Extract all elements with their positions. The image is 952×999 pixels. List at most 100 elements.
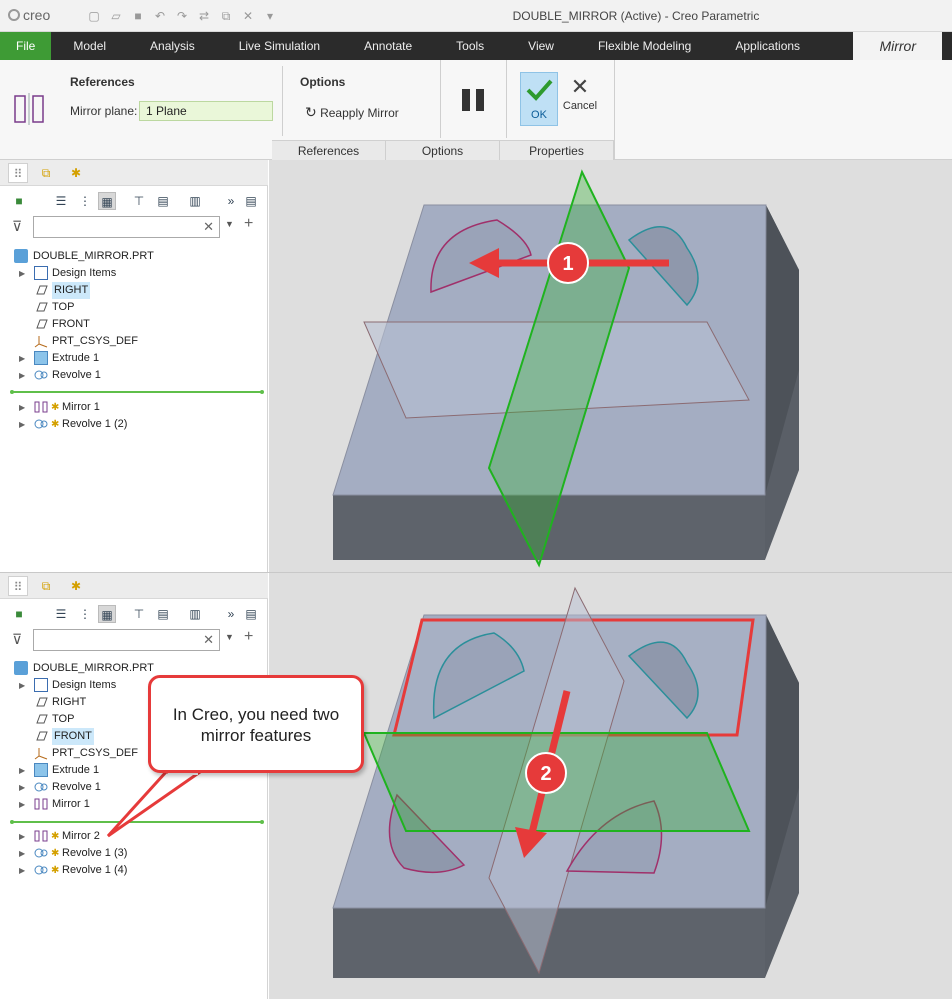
tree-item[interactable]: ▶ Revolve 1 <box>0 367 265 384</box>
columns-icon[interactable]: ▦ <box>98 192 116 210</box>
tree-item[interactable]: ▶ Extrude 1 <box>0 350 265 367</box>
expand-icon[interactable]: ▶ <box>19 399 25 416</box>
layer-icon[interactable]: ■ <box>10 192 28 210</box>
tree-filter-icon[interactable]: ⊤ <box>130 605 148 623</box>
tree-item[interactable]: ▶ ✱ Mirror 1 <box>0 399 265 416</box>
mirror-icon <box>34 797 48 811</box>
tab-file[interactable]: File <box>0 32 52 60</box>
columns-icon[interactable]: ▦ <box>98 605 116 623</box>
datum-plane-icon <box>34 729 48 743</box>
tree-settings-icon[interactable]: ▤ <box>242 605 260 623</box>
insert-here-line[interactable] <box>10 390 264 394</box>
expand-icon[interactable]: ▶ <box>19 845 25 862</box>
pause-icon <box>462 89 470 111</box>
search-dropdown-icon[interactable]: ▼ <box>225 219 234 229</box>
csys-icon <box>34 334 48 348</box>
details-icon[interactable]: ▥ <box>186 605 204 623</box>
tree-item[interactable]: TOP <box>0 299 265 316</box>
expand-icon[interactable]: ▶ <box>19 796 25 813</box>
filter-icon[interactable]: ⊽ <box>12 218 22 235</box>
tree-columns-icon[interactable]: ▤ <box>154 605 172 623</box>
reapply-mirror-button[interactable]: ↻ Reapply Mirror <box>305 104 399 121</box>
more-icon[interactable]: » <box>222 605 240 623</box>
show-list-icon[interactable]: ☰ <box>52 192 70 210</box>
layer-icon[interactable]: ■ <box>10 605 28 623</box>
graphics-window-bottom[interactable]: 2 <box>269 573 952 999</box>
favorites-tab-icon[interactable]: ✱ <box>66 576 86 596</box>
tree-search-input[interactable]: ✕ <box>33 629 220 651</box>
tab-options[interactable]: Options <box>386 141 500 160</box>
expand-icon[interactable]: ▶ <box>19 762 25 779</box>
tree-item-label: Design Items <box>52 679 117 691</box>
tab-tools[interactable]: Tools <box>434 32 506 60</box>
model-view-bottom: 2 <box>332 586 799 978</box>
expand-icon[interactable]: ▶ <box>19 862 25 879</box>
tree-item[interactable]: ▶ Design Items <box>0 265 265 282</box>
folder-browser-tab-icon[interactable]: ⧉ <box>36 163 56 183</box>
close-icon: ✕ <box>570 74 590 99</box>
tab-annotate[interactable]: Annotate <box>342 32 434 60</box>
model-tree-tab-icon[interactable]: ⠿ <box>8 163 28 183</box>
favorites-tab-icon[interactable]: ✱ <box>66 163 86 183</box>
add-filter-icon[interactable]: + <box>244 628 253 646</box>
folder-browser-tab-icon[interactable]: ⧉ <box>36 576 56 596</box>
tab-flexible-modeling[interactable]: Flexible Modeling <box>576 32 713 60</box>
clear-icon[interactable]: ✕ <box>203 219 214 235</box>
datum-plane-icon <box>34 300 48 314</box>
tab-model[interactable]: Model <box>51 32 128 60</box>
datum-plane-icon <box>34 317 48 331</box>
clear-icon[interactable]: ✕ <box>203 632 214 648</box>
part-icon <box>14 661 28 675</box>
tree-columns-icon[interactable]: ▤ <box>154 192 172 210</box>
filter-icon[interactable]: ⊽ <box>12 631 22 648</box>
tab-applications[interactable]: Applications <box>713 32 822 60</box>
tab-view[interactable]: View <box>506 32 576 60</box>
model-tree-tab-icon[interactable]: ⠿ <box>8 576 28 596</box>
tree-item-label: Mirror 2 <box>62 830 100 842</box>
tree-item[interactable]: ▶ ✱ Revolve 1 (2) <box>0 416 265 433</box>
expand-icon[interactable]: ▶ <box>19 779 25 796</box>
cancel-button[interactable]: ✕ Cancel <box>562 74 598 126</box>
cancel-label: Cancel <box>562 100 598 112</box>
tab-live-simulation[interactable]: Live Simulation <box>217 32 342 60</box>
pause-button[interactable] <box>462 89 486 111</box>
tree-item[interactable]: ▶ ✱ Revolve 1 (3) <box>0 845 265 862</box>
details-icon[interactable]: ▥ <box>186 192 204 210</box>
tree-item[interactable]: RIGHT <box>0 282 265 299</box>
tree-item-label: RIGHT <box>52 696 87 708</box>
tree-item[interactable]: FRONT <box>0 316 265 333</box>
title-bar: creo ▢ ▱ ■ ↶ ↷ ⇄ ⧉ ✕ ▾ DOUBLE_MIRROR (Ac… <box>0 0 952 32</box>
references-group-title: References <box>70 75 135 89</box>
expand-icon[interactable]: ▶ <box>19 416 25 433</box>
tree-item[interactable]: PRT_CSYS_DEF <box>0 333 265 350</box>
expand-icon[interactable]: ▶ <box>19 367 25 384</box>
tree-view-icon[interactable]: ⋮ <box>76 192 94 210</box>
mirror-plane-label: Mirror plane: <box>70 104 138 118</box>
more-icon[interactable]: » <box>222 192 240 210</box>
tree-filter-icon[interactable]: ⊤ <box>130 192 148 210</box>
tree-settings-icon[interactable]: ▤ <box>242 192 260 210</box>
expand-icon[interactable]: ▶ <box>19 265 25 282</box>
tree-view-icon[interactable]: ⋮ <box>76 605 94 623</box>
expand-icon[interactable]: ▶ <box>19 350 25 367</box>
tab-mirror[interactable]: Mirror <box>853 32 942 60</box>
tree-search-input[interactable]: ✕ <box>33 216 220 238</box>
show-list-icon[interactable]: ☰ <box>52 605 70 623</box>
tree-root[interactable]: DOUBLE_MIRROR.PRT <box>0 248 265 265</box>
tree-item-label: PRT_CSYS_DEF <box>52 335 138 347</box>
mirror-plane-collector[interactable]: 1 Plane <box>139 101 273 121</box>
expand-icon[interactable]: ▶ <box>19 677 25 694</box>
expand-icon[interactable]: ▶ <box>19 828 25 845</box>
graphics-window-top[interactable]: 1 <box>269 160 952 572</box>
ok-button[interactable]: OK <box>520 72 558 126</box>
tree-item-label: FRONT <box>52 728 94 745</box>
add-filter-icon[interactable]: + <box>244 215 253 233</box>
tab-analysis[interactable]: Analysis <box>128 32 217 60</box>
tree-item-label: FRONT <box>52 318 90 330</box>
tree-item[interactable]: ▶ ✱ Revolve 1 (4) <box>0 862 265 879</box>
search-dropdown-icon[interactable]: ▼ <box>225 632 234 642</box>
tree-item-label: Revolve 1 <box>52 369 101 381</box>
tab-references[interactable]: References <box>272 141 386 160</box>
tree-item-label: TOP <box>52 713 75 725</box>
tab-properties[interactable]: Properties <box>500 141 614 160</box>
